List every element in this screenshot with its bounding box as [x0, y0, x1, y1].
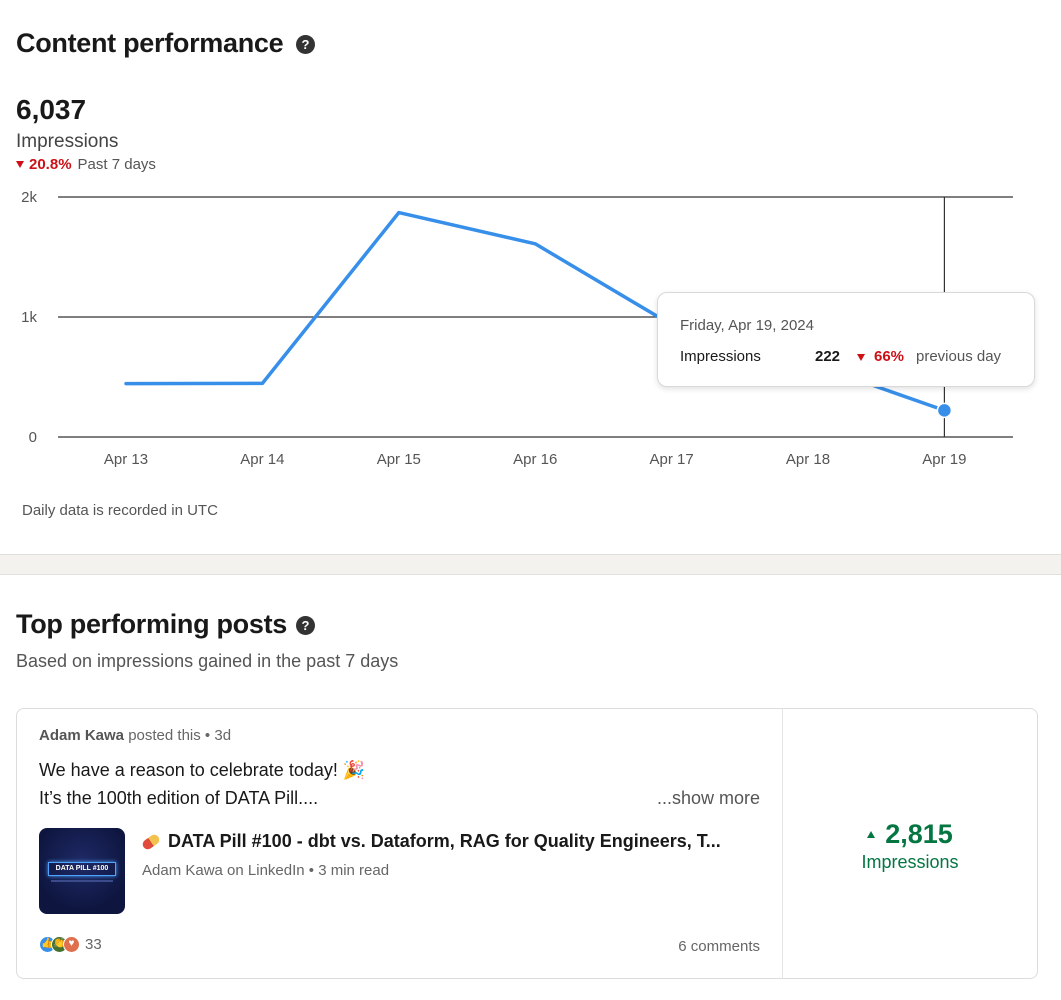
- section-divider: [0, 554, 1061, 575]
- content-performance-title: Content performance: [16, 28, 284, 58]
- article-thumbnail[interactable]: DATA PILL #100: [39, 828, 125, 914]
- post-impressions-label: Impressions: [861, 852, 959, 872]
- tooltip-label: Impressions: [680, 348, 761, 365]
- tooltip-change-percent: 66%: [874, 348, 905, 365]
- tooltip-value: 222: [815, 348, 841, 365]
- reactions[interactable]: 👍 👏 ♥ 33: [39, 936, 102, 953]
- top-posts-section: Top performing posts ? Based on impressi…: [0, 575, 1061, 1000]
- impressions-value-row: 2,815: [783, 819, 1037, 850]
- x-tick-label: Apr 16: [513, 451, 557, 468]
- pill-icon: [140, 832, 162, 852]
- y-tick-label: 0: [29, 429, 37, 446]
- y-tick-label: 1k: [21, 309, 37, 326]
- x-tick-label: Apr 19: [922, 451, 966, 468]
- post-meta: Adam Kawa posted this • 3d: [39, 727, 231, 744]
- utc-footnote: Daily data is recorded in UTC: [22, 502, 218, 519]
- x-tick-label: Apr 14: [240, 451, 284, 468]
- article-title[interactable]: DATA Pill #100 - dbt vs. Dataform, RAG f…: [140, 831, 721, 852]
- show-more-link[interactable]: ...show more: [657, 788, 760, 809]
- data-point: [936, 402, 953, 419]
- article-title-text[interactable]: DATA Pill #100 - dbt vs. Dataform, RAG f…: [168, 831, 721, 851]
- post-author[interactable]: Adam Kawa: [39, 727, 124, 744]
- change-period: Past 7 days: [77, 156, 156, 173]
- thumbnail-decoration: [51, 880, 113, 882]
- thumbnail-label: DATA PILL #100: [48, 862, 116, 876]
- x-tick-label: Apr 18: [786, 451, 830, 468]
- post-age: 3d: [214, 727, 232, 744]
- post-text-line-1: We have a reason to celebrate today! 🎉: [39, 760, 366, 780]
- post-impressions: 2,815 Impressions: [783, 709, 1037, 978]
- meta-separator: •: [204, 727, 211, 744]
- impressions-label: Impressions: [16, 131, 119, 152]
- post-impressions-value: 2,815: [885, 819, 953, 849]
- x-tick-label: Apr 13: [104, 451, 148, 468]
- y-tick-label: 2k: [21, 189, 37, 206]
- impressions-change: 20.8% Past 7 days: [16, 156, 156, 173]
- post-action: posted this: [128, 727, 201, 744]
- top-posts-subtitle: Based on impressions gained in the past …: [16, 651, 399, 671]
- post-text-line-2: It’s the 100th edition of DATA Pill....: [39, 788, 319, 808]
- content-performance-section: Content performance ? 6,037 Impressions …: [0, 0, 1061, 554]
- love-reaction-icon: ♥: [63, 936, 80, 953]
- change-percent: 20.8%: [29, 156, 72, 173]
- post-content[interactable]: Adam Kawa posted this • 3d We have a rea…: [17, 709, 783, 978]
- post-card[interactable]: Adam Kawa posted this • 3d We have a rea…: [16, 708, 1038, 979]
- x-tick-label: Apr 17: [649, 451, 693, 468]
- article-source: Adam Kawa on LinkedIn • 3 min read: [142, 862, 390, 879]
- question-circle-icon[interactable]: ?: [296, 35, 315, 54]
- x-tick-label: Apr 15: [377, 451, 421, 468]
- comments-count[interactable]: 6 comments: [678, 938, 760, 955]
- down-arrow-icon: [16, 161, 24, 168]
- up-arrow-icon: [867, 831, 876, 838]
- tooltip-date: Friday, Apr 19, 2024: [680, 317, 814, 334]
- down-arrow-icon: [857, 354, 865, 361]
- top-posts-title: Top performing posts: [16, 609, 287, 639]
- question-circle-icon[interactable]: ?: [296, 616, 315, 635]
- impressions-total: 6,037: [16, 94, 87, 125]
- reactions-count[interactable]: 33: [85, 936, 102, 953]
- chart-tooltip: Friday, Apr 19, 2024 Impressions 222 66%…: [657, 292, 1035, 387]
- tooltip-change-suffix: previous day: [916, 348, 1002, 365]
